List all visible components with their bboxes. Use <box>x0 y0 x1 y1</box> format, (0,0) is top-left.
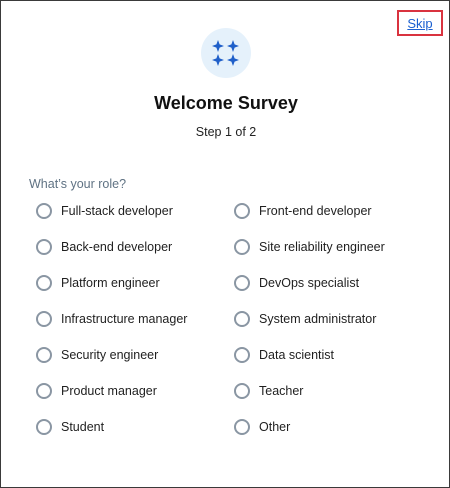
radio-button[interactable] <box>234 275 250 291</box>
radio-button[interactable] <box>36 419 52 435</box>
radio-button[interactable] <box>234 203 250 219</box>
radio-button[interactable] <box>36 383 52 399</box>
role-option-site-reliability-engineer[interactable]: Site reliability engineer <box>234 236 426 258</box>
radio-button[interactable] <box>234 383 250 399</box>
role-question-label: What’s your role? <box>29 177 127 191</box>
radio-button[interactable] <box>36 347 52 363</box>
role-option-teacher[interactable]: Teacher <box>234 380 426 402</box>
option-label: Teacher <box>259 384 304 398</box>
role-option-data-scientist[interactable]: Data scientist <box>234 344 426 366</box>
skip-link[interactable]: Skip <box>397 10 443 36</box>
option-label: Back-end developer <box>61 240 173 254</box>
option-label: Other <box>259 420 291 434</box>
role-option-infrastructure-manager[interactable]: Infrastructure manager <box>36 308 234 330</box>
option-label: Security engineer <box>61 348 159 362</box>
role-option-platform-engineer[interactable]: Platform engineer <box>36 272 234 294</box>
role-option-other[interactable]: Other <box>234 416 426 438</box>
role-option-system-administrator[interactable]: System administrator <box>234 308 426 330</box>
role-option-security-engineer[interactable]: Security engineer <box>36 344 234 366</box>
welcome-survey-dialog: Skip Welcome Survey Step 1 of 2 What’s y… <box>0 0 450 488</box>
role-option-full-stack-developer[interactable]: Full-stack developer <box>36 200 234 222</box>
option-label: Student <box>61 420 105 434</box>
option-label: Front-end developer <box>259 204 372 218</box>
radio-button[interactable] <box>234 311 250 327</box>
sparkles-icon <box>201 28 251 78</box>
role-option-student[interactable]: Student <box>36 416 234 438</box>
radio-button[interactable] <box>36 311 52 327</box>
radio-button[interactable] <box>234 239 250 255</box>
option-label: Platform engineer <box>61 276 160 290</box>
role-option-product-manager[interactable]: Product manager <box>36 380 234 402</box>
option-label: Infrastructure manager <box>61 312 188 326</box>
radio-button[interactable] <box>234 347 250 363</box>
role-option-back-end-developer[interactable]: Back-end developer <box>36 236 234 258</box>
option-label: DevOps specialist <box>259 276 360 290</box>
option-label: Site reliability engineer <box>259 240 385 254</box>
radio-button[interactable] <box>36 203 52 219</box>
survey-title: Welcome Survey <box>154 93 298 113</box>
radio-button[interactable] <box>234 419 250 435</box>
step-indicator: Step 1 of 2 <box>195 125 257 139</box>
radio-button[interactable] <box>36 239 52 255</box>
radio-button[interactable] <box>36 275 52 291</box>
option-label: Product manager <box>61 384 157 398</box>
option-label: Full-stack developer <box>61 204 173 218</box>
role-options-group: Full-stack developer Front-end developer… <box>36 200 426 452</box>
option-label: Data scientist <box>259 348 335 362</box>
role-option-front-end-developer[interactable]: Front-end developer <box>234 200 426 222</box>
option-label: System administrator <box>259 312 377 326</box>
role-option-devops-specialist[interactable]: DevOps specialist <box>234 272 426 294</box>
